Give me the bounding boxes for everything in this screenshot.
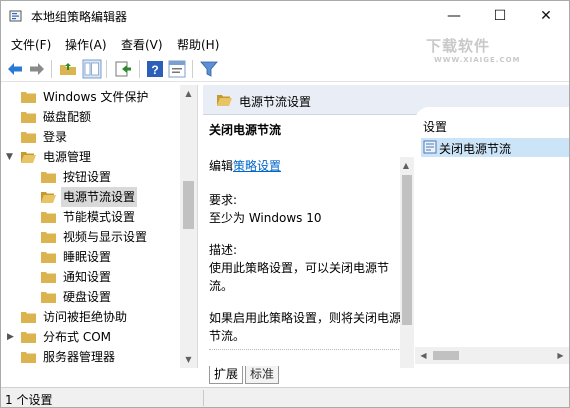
tree-item-label: 节能模式设置 <box>63 210 136 224</box>
edit-policy-link[interactable]: 策略设置 <box>233 159 281 173</box>
toolbar-separator <box>192 60 193 78</box>
tree-scrollbar[interactable]: ▲ ▼ <box>180 85 197 368</box>
tab-extended[interactable]: 扩展 <box>209 366 244 384</box>
setting-label: 关闭电源节流 <box>439 142 512 156</box>
status-text: 1 个设置 <box>5 393 53 407</box>
toolbar-separator <box>139 60 140 78</box>
up-folder-icon[interactable] <box>58 59 78 79</box>
folder-icon <box>21 132 36 143</box>
menu-action[interactable]: 操作(A) <box>65 36 107 53</box>
group-policy-app-icon <box>9 10 22 22</box>
description-cutoff <box>209 349 399 357</box>
scroll-down-arrow-icon[interactable]: ▼ <box>180 351 197 368</box>
folder-icon <box>41 232 56 243</box>
open-folder-icon <box>41 192 56 203</box>
tree-item-label: 硬盘设置 <box>63 290 112 304</box>
maximize-button[interactable]: ☐ <box>477 1 523 31</box>
close-button[interactable]: ✕ <box>523 1 569 31</box>
toolbar-separator <box>51 60 52 78</box>
scroll-right-arrow-icon[interactable]: ▶ <box>552 347 569 364</box>
folder-icon <box>41 292 56 303</box>
properties-icon[interactable] <box>167 59 187 79</box>
toolbar: ? <box>1 56 569 82</box>
tree-item-label: 登录 <box>43 130 68 144</box>
collapse-chevron-icon[interactable]: ▼ <box>6 147 18 167</box>
view-tabs: 扩展 标准 <box>203 366 569 386</box>
navigation-tree: Windows 文件保护 磁盘配额 登录 ▼ 电源管理 按钮设置 电源节流设置 … <box>1 85 198 368</box>
tab-standard[interactable]: 标准 <box>245 366 280 384</box>
filter-icon[interactable] <box>199 59 219 79</box>
column-header-setting[interactable]: 设置 <box>423 118 447 135</box>
folder-icon <box>21 92 36 103</box>
svg-text:?: ? <box>151 63 158 77</box>
requirements-text: 至少为 Windows 10 <box>209 211 322 225</box>
policy-title: 关闭电源节流 <box>209 123 282 137</box>
title-bar: 本地组策略编辑器 — ☐ ✕ <box>1 1 569 31</box>
forward-arrow-icon[interactable] <box>27 59 47 79</box>
tree-item-label: 视频与显示设置 <box>63 230 148 244</box>
requirements-label: 要求: <box>209 193 238 207</box>
window-title: 本地组策略编辑器 <box>31 10 128 24</box>
folder-icon <box>21 332 36 343</box>
toolbar-separator <box>106 60 107 78</box>
setting-row-selected[interactable]: 关闭电源节流 <box>421 138 569 157</box>
tree-item-label: Windows 文件保护 <box>43 90 149 104</box>
back-arrow-icon[interactable] <box>5 59 25 79</box>
scroll-left-arrow-icon[interactable]: ◀ <box>415 347 432 364</box>
folder-icon <box>21 312 36 323</box>
status-divider <box>203 390 204 406</box>
menu-help[interactable]: 帮助(H) <box>177 36 219 53</box>
watermark-title: 下载软件 <box>426 37 491 55</box>
window: 本地组策略编辑器 — ☐ ✕ 文件(F) 操作(A) 查看(V) 帮助(H) 下… <box>0 0 570 408</box>
tree-item-label: 按钮设置 <box>63 170 112 184</box>
edit-policy-line: 编辑策略设置 <box>209 157 281 175</box>
scroll-up-arrow-icon[interactable]: ▲ <box>180 85 197 102</box>
policy-setting-icon <box>423 140 437 154</box>
menu-file[interactable]: 文件(F) <box>11 36 51 53</box>
tree-item-label: 访问被拒绝协助 <box>43 310 128 324</box>
folder-icon <box>21 112 36 123</box>
status-bar: 1 个设置 <box>1 387 569 407</box>
description-text: 如果启用此策略设置，则将关闭电源节流。 <box>209 311 402 343</box>
tree-item-label: 通知设置 <box>63 270 112 284</box>
description-label: 描述: <box>209 243 238 257</box>
tree-item-label: 分布式 COM <box>43 330 111 344</box>
open-folder-icon <box>217 95 232 106</box>
folder-icon <box>21 352 36 363</box>
export-list-icon[interactable] <box>113 59 133 79</box>
folder-icon <box>41 252 56 263</box>
menu-view[interactable]: 查看(V) <box>121 36 163 53</box>
folder-icon <box>41 212 56 223</box>
expand-chevron-icon[interactable]: ▶ <box>7 327 19 347</box>
details-pane: 电源节流设置 关闭电源节流 编辑策略设置 要求: 至少为 Windows 10 … <box>203 85 569 368</box>
settings-horizontal-scrollbar[interactable]: ◀ ▶ <box>415 347 569 364</box>
description-scrollbar[interactable]: ▲ <box>400 157 414 368</box>
tree-item-label: 磁盘配额 <box>43 110 92 124</box>
settings-scrollbar-thumb[interactable] <box>433 351 459 360</box>
details-header-title: 电源节流设置 <box>239 95 312 109</box>
tree-item-label: 电源管理 <box>43 150 92 164</box>
description-text: 使用此策略设置，可以关闭电源节流。 <box>209 261 390 293</box>
tree-scrollbar-thumb[interactable] <box>183 181 194 229</box>
tree-item-label: 服务器管理器 <box>43 350 116 364</box>
show-hide-tree-icon[interactable] <box>82 59 102 79</box>
description-scrollbar-thumb[interactable] <box>402 175 412 325</box>
tree-item-label: 睡眠设置 <box>63 250 112 264</box>
folder-icon <box>41 172 56 183</box>
scroll-up-arrow-icon[interactable]: ▲ <box>399 157 413 174</box>
folder-icon <box>41 272 56 283</box>
minimize-button[interactable]: — <box>431 1 477 31</box>
help-icon[interactable]: ? <box>145 59 165 79</box>
open-folder-icon <box>21 152 36 163</box>
edit-prefix: 编辑 <box>209 159 234 173</box>
tree-item-label: 电源节流设置 <box>61 187 138 207</box>
